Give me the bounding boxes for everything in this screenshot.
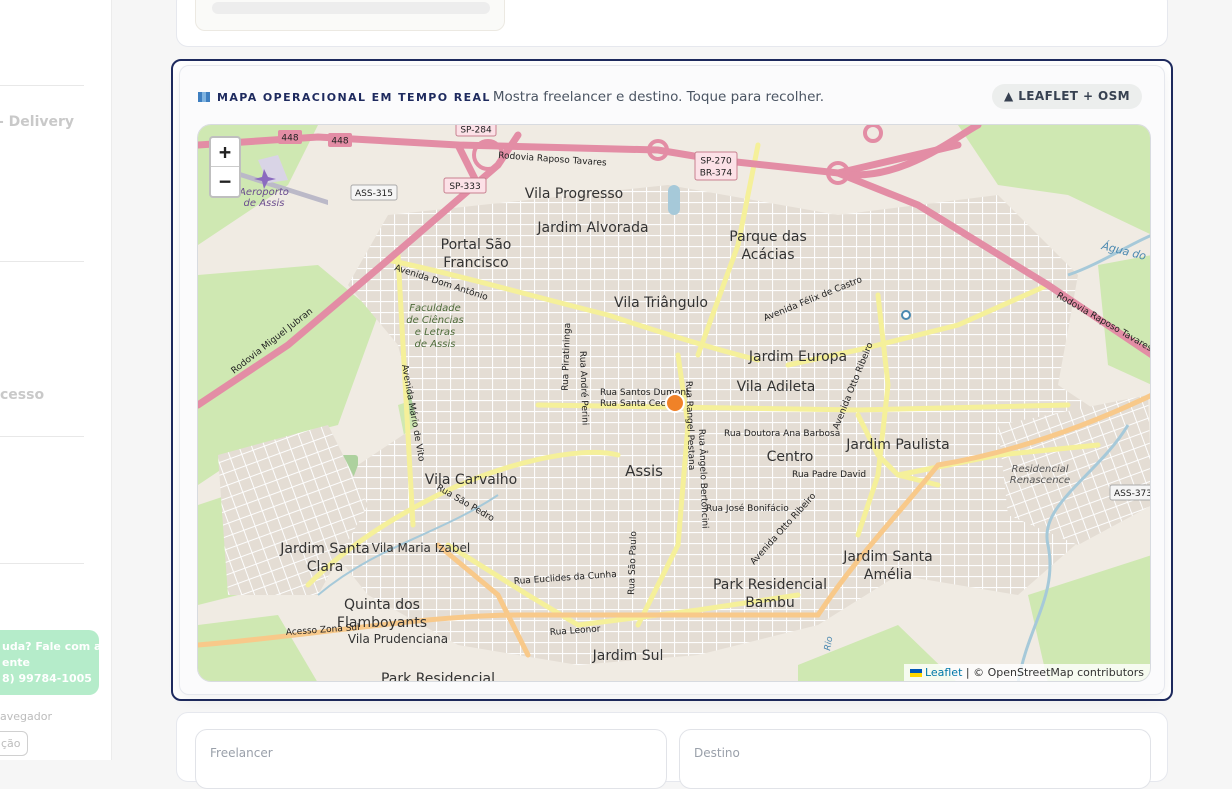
place-clara: Clara (307, 559, 344, 575)
place-vila-prudenciana: Vila Prudenciana (348, 632, 448, 646)
help-phone: 8) 99784-1005 (2, 672, 92, 685)
destino-field[interactable]: Destino (679, 729, 1151, 789)
top-card-inner (195, 0, 505, 31)
freelancer-marker[interactable] (665, 393, 685, 413)
sidebar-item-access[interactable]: cesso (0, 387, 44, 403)
top-card (176, 0, 1168, 47)
sidebar-divider (0, 85, 84, 86)
sidebar-divider (0, 563, 84, 564)
shield-sp284: SP-284 (455, 125, 497, 137)
zoom-out-button[interactable]: − (211, 167, 239, 196)
map-panel[interactable]: MAPA OPERACIONAL EM TEMPO REAL Mostra fr… (179, 65, 1165, 695)
svg-text:SP-270: SP-270 (700, 157, 732, 167)
place-jardim-santa-clara: Jardim Santa (279, 541, 370, 557)
map-icon (198, 92, 210, 102)
destino-label: Destino (694, 746, 740, 760)
svg-text:SP-333: SP-333 (449, 182, 480, 192)
place-centro: Centro (767, 449, 814, 465)
svg-text:ASS-315: ASS-315 (355, 189, 393, 199)
place-quinta-dos: Quinta dos (344, 597, 420, 613)
shield-ass315: ASS-315 (350, 184, 398, 201)
svg-text:448: 448 (331, 137, 348, 147)
sidebar-divider (0, 261, 84, 262)
place-amelia: Amélia (864, 567, 912, 583)
poi-e-letras: e Letras (415, 327, 455, 338)
poi-renascence: Renascence (1010, 475, 1070, 486)
sidebar: - Delivery cesso uda? Fale com a ente 8)… (0, 0, 112, 760)
poi-de-ciencias: de Ciências (406, 314, 464, 326)
map-panel-header[interactable]: MAPA OPERACIONAL EM TEMPO REAL Mostra fr… (198, 86, 824, 108)
lake (668, 185, 680, 215)
freelancer-field[interactable]: Freelancer (195, 729, 667, 789)
svg-text:448: 448 (281, 134, 298, 144)
zoom-in-button[interactable]: + (211, 138, 239, 167)
leaflet-link[interactable]: Leaflet (925, 666, 962, 679)
map-attribution: Leaflet | © OpenStreetMap contributors (903, 664, 1150, 681)
map-panel-title: MAPA OPERACIONAL EM TEMPO REAL (217, 90, 491, 104)
leaflet-osm-badge: ▲ LEAFLET + OSM (992, 84, 1142, 109)
shield-ass373: ASS-373 (1109, 484, 1151, 501)
place-bambu: Bambu (745, 595, 795, 611)
svg-text:BR-374: BR-374 (700, 169, 733, 179)
poi-de-assis: de Assis (244, 198, 285, 209)
place-portal-sao: Portal São (441, 237, 512, 253)
map-section: MAPA OPERACIONAL EM TEMPO REAL Mostra fr… (171, 59, 1173, 701)
place-vila-triangulo: Vila Triângulo (614, 295, 708, 311)
top-card-bar (212, 2, 490, 14)
map-panel-description: Mostra freelancer e destino. Toque para … (492, 89, 825, 105)
poi-residencial: Residencial (1011, 464, 1068, 475)
street-rua-jose-bonifacio: Rua José Bonifácio (706, 503, 789, 514)
shield-448a: 448 (278, 130, 302, 144)
help-line: ente (2, 656, 31, 669)
place-jardim-sul: Jardim Sul (592, 648, 664, 664)
sidebar-nav-button[interactable]: ção (0, 731, 28, 756)
help-line: uda? Fale com a (2, 640, 99, 653)
place-assis: Assis (625, 462, 663, 480)
place-jardim-paulista: Jardim Paulista (845, 437, 950, 453)
place-vila-progresso: Vila Progresso (525, 186, 623, 202)
place-francisco: Francisco (443, 255, 508, 271)
shield-sp333: SP-333 (443, 177, 487, 194)
poi-dot (901, 310, 911, 320)
place-parque-das: Parque das (729, 229, 807, 245)
sidebar-nav-label: avegador (0, 710, 52, 723)
shield-sp270-br374: SP-270 BR-374 (694, 151, 738, 181)
map-view[interactable]: Vila Progresso Jardim Alvorada Portal Sã… (197, 124, 1151, 682)
place-vila-adileta: Vila Adileta (737, 379, 816, 395)
bottom-form-card: Freelancer Destino (176, 712, 1168, 789)
freelancer-label: Freelancer (210, 746, 273, 760)
poi-aeroporto: Aeroporto (238, 187, 289, 198)
sidebar-item-delivery[interactable]: - Delivery (0, 114, 74, 130)
sidebar-divider (0, 436, 84, 437)
place-park-residencial: Park Residencial (713, 577, 827, 593)
shield-448b: 448 (328, 133, 352, 147)
svg-text:SP-284: SP-284 (460, 126, 492, 136)
osm-attribution: | © OpenStreetMap contributors (962, 666, 1144, 679)
street-rua-padre-david: Rua Padre David (792, 470, 866, 480)
place-jardim-alvorada: Jardim Alvorada (536, 220, 648, 236)
sidebar-help-card[interactable]: uda? Fale com a ente 8) 99784-1005 (0, 630, 99, 695)
poi-faculdade: Faculdade (409, 303, 460, 314)
map-canvas[interactable]: Vila Progresso Jardim Alvorada Portal Sã… (198, 125, 1151, 682)
place-acacias: Acácias (741, 247, 794, 263)
place-park-residencial-bottom: Park Residencial (381, 671, 495, 682)
street-rua-doutora-ana-barbosa: Rua Doutora Ana Barbosa (724, 429, 840, 439)
place-vila-maria-izabel: Vila Maria Izabel (372, 541, 470, 555)
poi-de-assis-fac: de Assis (415, 339, 456, 350)
svg-text:ASS-373: ASS-373 (1114, 489, 1151, 499)
zoom-control: + − (209, 136, 241, 198)
place-jardim-europa: Jardim Europa (748, 349, 847, 365)
place-jardim-santa-amelia: Jardim Santa (842, 549, 933, 565)
ukraine-flag-icon (909, 669, 922, 677)
